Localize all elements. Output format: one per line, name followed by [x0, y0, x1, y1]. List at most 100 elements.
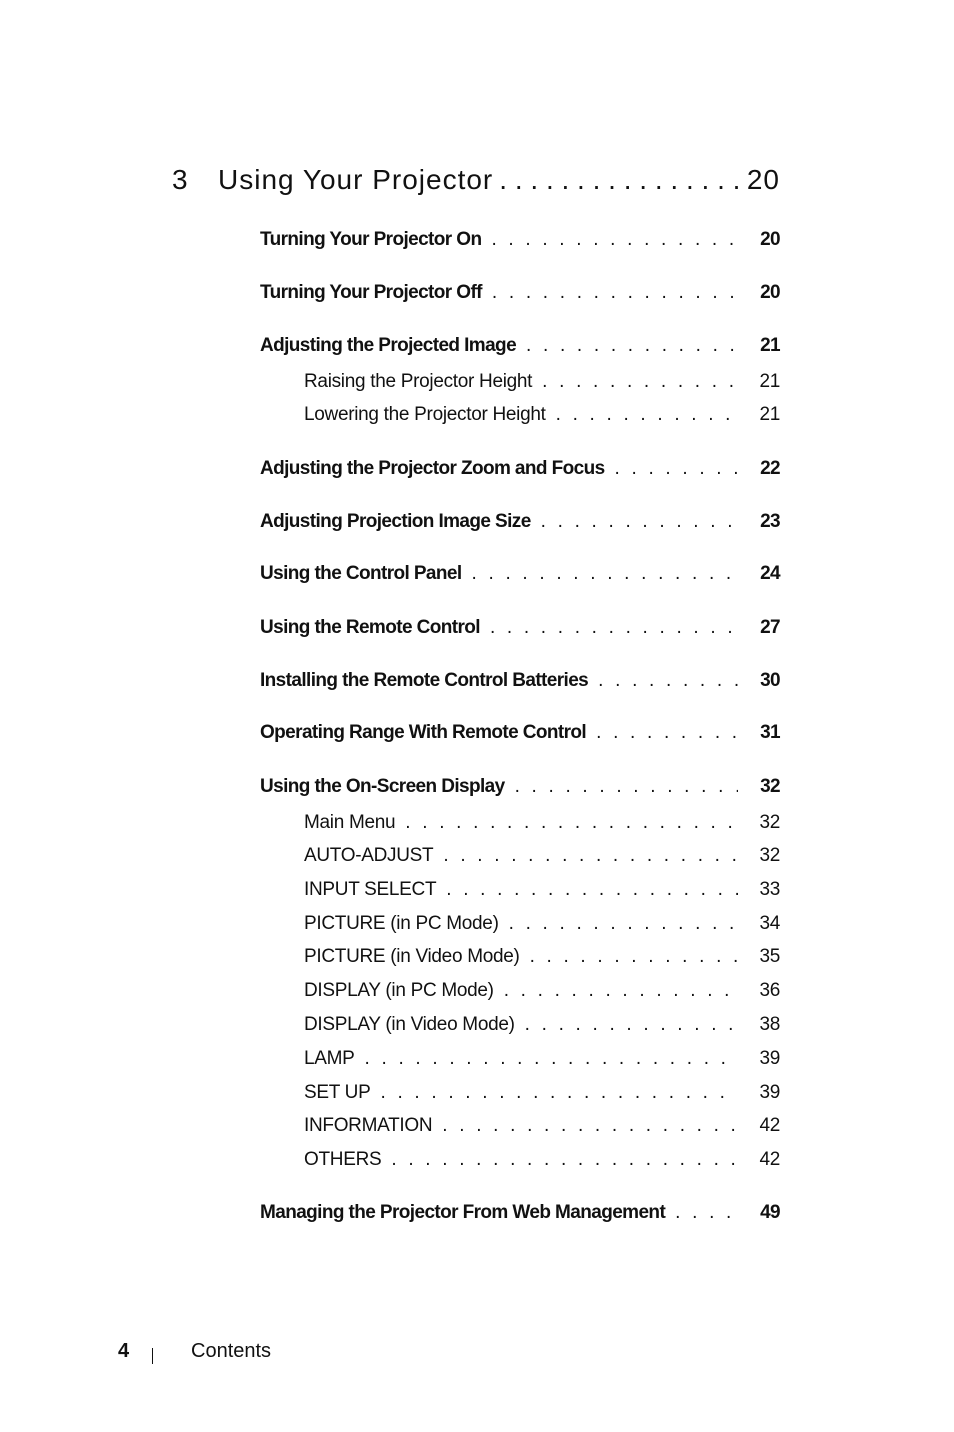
toc-entry-page: 32 [759, 845, 780, 866]
toc-entry-label: Turning Your Projector On [260, 229, 482, 250]
toc-entry-page: 39 [759, 1048, 780, 1069]
toc-entry-label: Raising the Projector Height [304, 371, 533, 392]
toc-entry[interactable]: Installing the Remote Control Batteries 3… [260, 670, 781, 692]
toc-entry[interactable]: Turning Your Projector On 20 [260, 229, 781, 251]
toc-subentry[interactable]: PICTURE (in Video Mode) 35 [304, 946, 780, 968]
toc-entry-page: 42 [759, 1149, 780, 1170]
toc-entry-label: Using the On-Screen Display [260, 776, 505, 797]
toc-entry-page: 33 [759, 879, 780, 900]
dot-leader [432, 1115, 738, 1137]
toc-entry-label: DISPLAY (in PC Mode) [304, 980, 494, 1001]
toc-entry[interactable]: Adjusting the Projector Zoom and Focus 22 [260, 458, 781, 480]
toc-entry-page: 32 [760, 776, 781, 797]
toc-entry-page: 35 [759, 946, 780, 967]
dot-leader [515, 1014, 738, 1036]
chapter-number: 3 [172, 164, 189, 195]
toc-entry-page: 49 [760, 1202, 781, 1223]
toc-entry-page: 20 [760, 282, 781, 303]
toc-entry-label: PICTURE (in PC Mode) [304, 913, 499, 934]
chapter-page: 20 [746, 164, 780, 195]
toc-entry-label: SET UP [304, 1082, 371, 1103]
toc-entry-label: Adjusting the Projected Image [260, 335, 517, 356]
chapter-heading[interactable]: 3 Using Your Projector 20 [172, 164, 780, 204]
toc-subentry[interactable]: DISPLAY (in Video Mode) 38 [304, 1014, 780, 1036]
dot-leader [586, 722, 738, 744]
dot-leader [588, 670, 738, 692]
toc-entry-label: Adjusting the Projector Zoom and Focus [260, 458, 605, 479]
dot-leader [355, 1048, 738, 1070]
toc-entry-page: 42 [759, 1115, 780, 1136]
chapter-title: Using Your Projector [218, 164, 494, 195]
dot-leader [481, 229, 738, 251]
toc-entry-page: 21 [759, 371, 780, 392]
toc-entry-page: 22 [760, 458, 781, 479]
dot-leader [546, 404, 738, 426]
dot-leader [433, 845, 738, 867]
toc-entry[interactable]: Turning Your Projector Off 20 [260, 282, 781, 304]
dot-leader [381, 1149, 738, 1171]
toc-entry-label: OTHERS [304, 1149, 382, 1170]
toc-entry-page: 34 [759, 913, 780, 934]
toc-entry-label: DISPLAY (in Video Mode) [304, 1014, 515, 1035]
dot-leader [531, 511, 738, 533]
page-footer: 4 Contents [118, 1336, 271, 1366]
toc-entry-page: 30 [760, 670, 781, 691]
toc-entry[interactable]: Adjusting Projection Image Size 23 [260, 511, 781, 533]
dot-leader [462, 563, 738, 585]
toc-subentry[interactable]: AUTO-ADJUST 32 [304, 845, 780, 867]
dot-leader [482, 282, 738, 304]
dot-leader [516, 335, 738, 357]
toc-subentry[interactable]: INPUT SELECT 33 [304, 879, 780, 901]
toc-subentry[interactable]: Main Menu 32 [304, 812, 780, 834]
toc-entry-label: Operating Range With Remote Control [260, 722, 587, 743]
toc-subentry[interactable]: SET UP 39 [304, 1082, 780, 1104]
toc-entry-label: Main Menu [304, 812, 396, 833]
toc-entry-label: LAMP [304, 1048, 355, 1069]
toc-entry-label: INPUT SELECT [304, 879, 437, 900]
toc-entry-page: 38 [759, 1014, 780, 1035]
toc-entry-label: Using the Control Panel [260, 563, 462, 584]
toc-subentry[interactable]: OTHERS 42 [304, 1149, 780, 1171]
dot-leader [370, 1082, 738, 1104]
toc-entry[interactable]: Managing the Projector From Web Manageme… [260, 1202, 781, 1224]
dot-leader [532, 371, 738, 393]
toc-subentry[interactable]: PICTURE (in PC Mode) 34 [304, 913, 780, 935]
dot-leader [665, 1202, 738, 1224]
toc-entry[interactable]: Operating Range With Remote Control 31 [260, 722, 781, 744]
toc-subentry[interactable]: Lowering the Projector Height 21 [304, 404, 780, 426]
toc-entry-label: Lowering the Projector Height [304, 404, 546, 425]
toc-subentry[interactable]: INFORMATION 42 [304, 1115, 780, 1137]
toc-entry-label: Turning Your Projector Off [260, 282, 483, 303]
dot-leader [499, 913, 738, 935]
dot-leader [505, 776, 738, 798]
toc-entry-page: 31 [760, 722, 781, 743]
toc-entry[interactable]: Using the On-Screen Display 32 [260, 776, 781, 798]
footer-page-number: 4 [118, 1339, 130, 1362]
dot-leader [480, 617, 738, 639]
dot-leader [520, 946, 738, 968]
toc-entry-label: Installing the Remote Control Batteries [260, 670, 589, 691]
toc-entry-page: 20 [760, 229, 781, 250]
toc-entry[interactable]: Using the Control Panel 24 [260, 563, 781, 585]
toc-entry-label: Managing the Projector From Web Manageme… [260, 1202, 666, 1223]
toc-entry-page: 24 [760, 563, 781, 584]
toc-entry-label: Using the Remote Control [260, 617, 481, 638]
dot-leader [493, 164, 747, 196]
toc-entry-page: 21 [760, 335, 781, 356]
toc-entry-page: 39 [759, 1082, 780, 1103]
toc-entry[interactable]: Using the Remote Control 27 [260, 617, 781, 639]
dot-leader [436, 879, 738, 901]
toc-subentry[interactable]: LAMP 39 [304, 1048, 780, 1070]
toc-entry-page: 21 [759, 404, 780, 425]
toc-entry-label: Adjusting Projection Image Size [260, 511, 531, 532]
dot-leader [494, 980, 738, 1002]
dot-leader [605, 458, 738, 480]
toc-entry-page: 36 [759, 980, 780, 1001]
toc-subentry[interactable]: DISPLAY (in PC Mode) 36 [304, 980, 780, 1002]
footer-divider [152, 1348, 153, 1364]
footer-section-title: Contents [191, 1339, 272, 1362]
toc-entry-page: 32 [759, 812, 780, 833]
toc-entry[interactable]: Adjusting the Projected Image 21 [260, 335, 781, 357]
toc-entry-page: 27 [760, 617, 781, 638]
toc-subentry[interactable]: Raising the Projector Height 21 [304, 371, 780, 393]
